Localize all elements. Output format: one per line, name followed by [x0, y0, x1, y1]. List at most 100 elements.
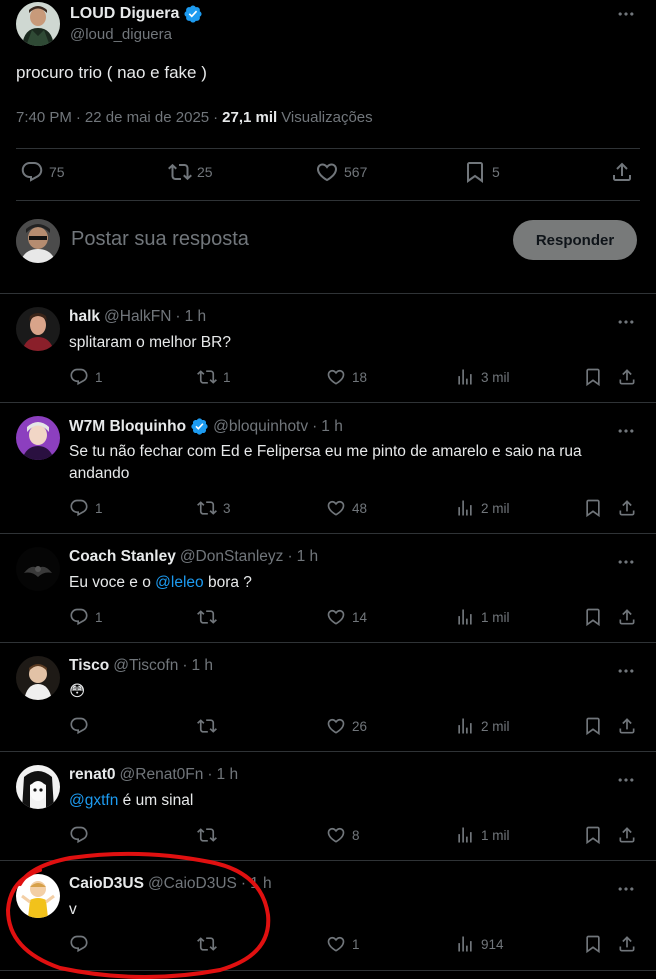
more-icon[interactable] [616, 879, 636, 899]
reply-button[interactable] [69, 716, 95, 736]
author-avatar[interactable] [16, 2, 60, 46]
bookmark-button[interactable] [583, 825, 603, 845]
mention-link[interactable]: @leleo [155, 574, 203, 591]
share-button[interactable] [617, 716, 637, 736]
repost-button[interactable] [197, 934, 223, 954]
like-count: 1 [352, 936, 360, 952]
avatar[interactable] [16, 547, 60, 591]
more-icon[interactable] [616, 421, 636, 441]
reply-time[interactable]: 1 h [297, 548, 319, 566]
tweet-time[interactable]: 7:40 PM [16, 109, 72, 126]
reply-author-handle[interactable]: @HalkFN [104, 308, 171, 326]
avatar[interactable] [16, 307, 60, 351]
share-button[interactable] [617, 367, 637, 387]
avatar[interactable] [16, 656, 60, 700]
bookmark-button[interactable] [583, 367, 603, 387]
repost-button[interactable]: 1 [197, 367, 231, 387]
views-icon [455, 934, 475, 954]
reply-author-handle[interactable]: @Tiscofn [113, 657, 178, 675]
reply-time[interactable]: 1 h [250, 875, 272, 893]
like-button[interactable]: 26 [326, 716, 367, 736]
repost-button[interactable]: 25 [168, 160, 213, 184]
avatar[interactable] [16, 416, 60, 460]
reply-time[interactable]: 1 h [185, 308, 207, 326]
share-button[interactable] [617, 934, 637, 954]
repost-button[interactable] [197, 716, 223, 736]
reply-icon [20, 160, 44, 184]
repost-button[interactable]: 3 [197, 498, 231, 518]
more-icon[interactable] [616, 312, 636, 332]
bookmark-button[interactable] [583, 934, 603, 954]
reply-button[interactable]: 1 [69, 607, 103, 627]
reply-author-handle[interactable]: @bloquinhotv [213, 418, 308, 436]
reply-tweet[interactable]: Coach Stanley @DonStanleyz · 1 h Eu voce… [0, 534, 656, 643]
mention-link[interactable]: @gxtfn [69, 792, 118, 809]
views-button[interactable]: 914 [455, 934, 504, 954]
reply-tweet[interactable]: W7M Bloquinho @bloquinhotv · 1 h Se tu n… [0, 403, 656, 534]
author-name[interactable]: LOUD Diguera [70, 4, 203, 24]
reply-time[interactable]: 1 h [321, 418, 343, 436]
like-button[interactable]: 1 [326, 934, 360, 954]
reply-button[interactable]: 75 [20, 160, 65, 184]
repost-button[interactable] [197, 825, 223, 845]
views-button[interactable]: 2 mil [455, 716, 510, 736]
reply-button[interactable] [69, 825, 95, 845]
reply-author-handle[interactable]: @Renat0Fn [120, 766, 204, 784]
bookmark-button[interactable] [583, 607, 603, 627]
avatar[interactable] [16, 765, 60, 809]
reply-author-name[interactable]: CaioD3US [69, 875, 144, 893]
reply-tweet[interactable]: CaioD3US @CaioD3US · 1 h v 1 914 [0, 861, 656, 971]
reply-input[interactable]: Postar sua resposta [71, 228, 249, 251]
share-button[interactable] [617, 607, 637, 627]
more-icon[interactable] [616, 770, 636, 790]
avatar[interactable] [16, 874, 60, 918]
author-handle[interactable]: @loud_diguera [70, 26, 172, 43]
like-button[interactable]: 567 [315, 160, 367, 184]
bookmark-button[interactable]: 5 [463, 160, 500, 184]
reply-time[interactable]: 1 h [217, 766, 239, 784]
author-name-text[interactable]: LOUD Diguera [70, 5, 179, 23]
more-icon[interactable] [616, 552, 636, 572]
tweet-date[interactable]: 22 de mai de 2025 [85, 109, 209, 126]
reply-tweet[interactable]: halk @HalkFN · 1 h splitaram o melhor BR… [0, 294, 656, 403]
like-button[interactable]: 18 [326, 367, 367, 387]
views-button[interactable]: 2 mil [455, 498, 510, 518]
repost-button[interactable] [197, 607, 223, 627]
share-icon [617, 367, 637, 387]
bookmark-button[interactable] [583, 716, 603, 736]
tweet-text: procuro trio ( nao e fake ) [16, 63, 207, 82]
current-user-avatar[interactable] [16, 219, 60, 263]
reply-author-name[interactable]: Tisco [69, 657, 109, 675]
share-button[interactable] [610, 160, 634, 184]
reply-actions: 1 14 1 mil [69, 607, 638, 629]
views-button[interactable]: 1 mil [455, 607, 510, 627]
reply-tweet[interactable]: Tisco @Tiscofn · 1 h 😳 26 2 mil [0, 643, 656, 752]
more-icon[interactable] [616, 4, 636, 24]
reply-author-name[interactable]: Coach Stanley [69, 548, 176, 566]
share-button[interactable] [617, 498, 637, 518]
reply-icon [69, 825, 89, 845]
reply-time[interactable]: 1 h [192, 657, 214, 675]
like-button[interactable]: 48 [326, 498, 367, 518]
like-button[interactable]: 14 [326, 607, 367, 627]
like-icon [326, 934, 346, 954]
bookmark-button[interactable] [583, 498, 603, 518]
reply-button[interactable] [69, 934, 95, 954]
reply-button[interactable]: 1 [69, 498, 103, 518]
like-count: 48 [352, 500, 368, 516]
reply-author-handle[interactable]: @CaioD3US [148, 875, 237, 893]
reply-author-name[interactable]: W7M Bloquinho [69, 418, 186, 436]
reply-tweet[interactable]: renat0 @Renat0Fn · 1 h @gxtfn é um sinal… [0, 752, 656, 861]
views-button[interactable]: 1 mil [455, 825, 510, 845]
reply-author-handle[interactable]: @DonStanleyz [180, 548, 284, 566]
reply-author-name[interactable]: renat0 [69, 766, 116, 784]
reply-button[interactable]: 1 [69, 367, 103, 387]
reply-submit-button[interactable]: Responder [513, 220, 637, 260]
like-button[interactable]: 8 [326, 825, 360, 845]
reply-text-part: bora ? [203, 574, 252, 591]
more-icon[interactable] [616, 661, 636, 681]
like-count: 18 [352, 369, 368, 385]
reply-author-name[interactable]: halk [69, 308, 100, 326]
views-button[interactable]: 3 mil [455, 367, 510, 387]
share-button[interactable] [617, 825, 637, 845]
